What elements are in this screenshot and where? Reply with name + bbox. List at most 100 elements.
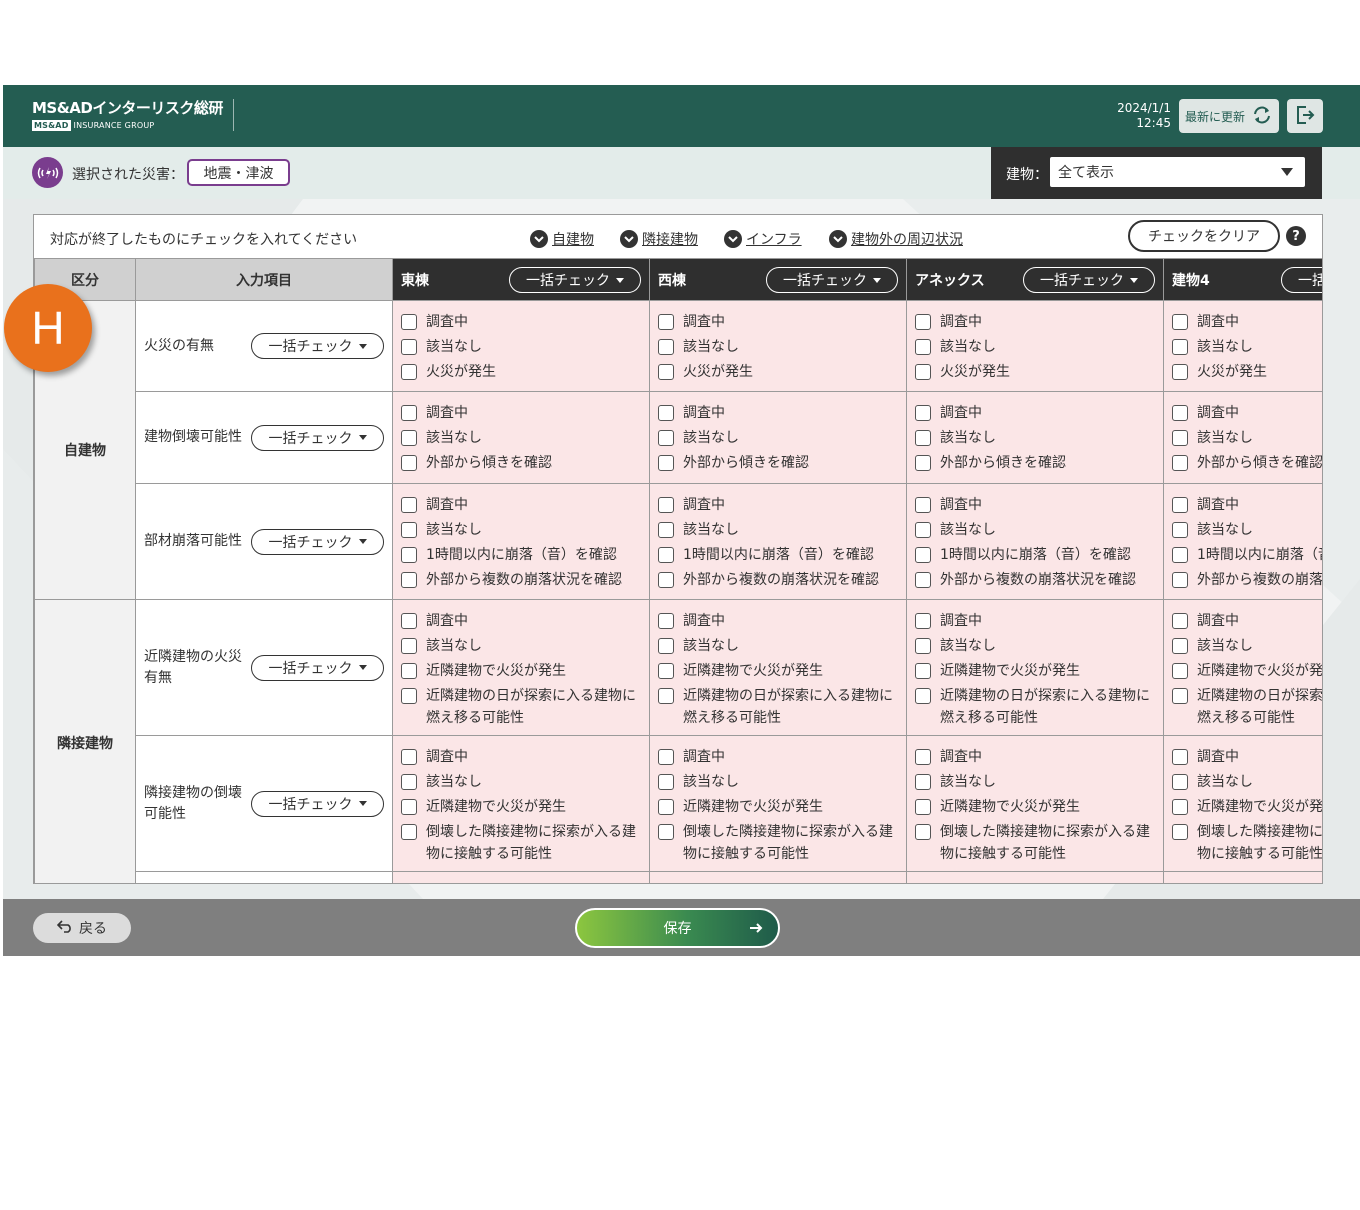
checkbox-option[interactable]: 該当なし <box>658 336 906 358</box>
checkbox[interactable] <box>658 497 674 513</box>
checkbox-option[interactable]: 倒壊した隣接建物に探索が入る建物に接触する可能性 <box>658 821 898 865</box>
checkbox[interactable] <box>401 774 417 790</box>
checkbox[interactable] <box>658 430 674 446</box>
checkbox-option[interactable]: 外部から傾きを確認 <box>658 452 906 474</box>
checkbox[interactable] <box>658 663 674 679</box>
checkbox[interactable] <box>1172 405 1188 421</box>
checkbox[interactable] <box>658 455 674 471</box>
checkbox[interactable] <box>658 339 674 355</box>
checkbox[interactable] <box>1172 749 1188 765</box>
bulk-check-button[interactable]: 一括チェック <box>251 654 384 681</box>
checkbox[interactable] <box>658 749 674 765</box>
checkbox-option[interactable]: 該当なし <box>401 427 649 449</box>
checkbox-option[interactable]: 近隣建物の日が探索に入る建物に燃え移る可能性 <box>915 685 1155 729</box>
checkbox-option[interactable]: 該当なし <box>401 771 649 793</box>
checkbox[interactable] <box>401 364 417 380</box>
clear-checks-button[interactable]: チェックをクリア <box>1128 220 1280 252</box>
checkbox-option[interactable]: 近隣建物で火災が発生 <box>915 796 1163 818</box>
checkbox[interactable] <box>1172 799 1188 815</box>
checkbox-option[interactable]: 外部から複数の崩落状況を確認 <box>401 569 649 591</box>
checkbox-option[interactable]: 該当なし <box>915 635 1163 657</box>
checkbox-option[interactable]: 近隣建物で火災が発生 <box>1172 796 1322 818</box>
checkbox-option[interactable]: 近隣建物で火災が発生 <box>1172 660 1322 682</box>
checkbox[interactable] <box>658 572 674 588</box>
checkbox-option[interactable]: 調査中 <box>658 746 906 768</box>
checkbox-option[interactable]: 倒壊した隣接建物に探索が入る建物に接触する可能性 <box>1172 821 1322 865</box>
checkbox[interactable] <box>401 547 417 563</box>
checkbox-option[interactable]: 1時間以内に崩落（音）を確認 <box>915 544 1163 566</box>
checkbox[interactable] <box>658 547 674 563</box>
checkbox-option[interactable]: 該当なし <box>915 427 1163 449</box>
jump-link-adjacent-building[interactable]: 隣接建物 <box>620 229 698 249</box>
save-button[interactable]: 保存 <box>575 908 780 948</box>
help-icon[interactable]: ? <box>1286 226 1306 246</box>
checkbox-option[interactable]: 該当なし <box>915 519 1163 541</box>
checkbox[interactable] <box>401 749 417 765</box>
checkbox[interactable] <box>401 638 417 654</box>
checkbox-option[interactable]: 調査中 <box>401 494 649 516</box>
checkbox-option[interactable]: 調査中 <box>1172 402 1322 424</box>
checkbox[interactable] <box>1172 638 1188 654</box>
checkbox[interactable] <box>401 339 417 355</box>
checkbox-option[interactable]: 該当なし <box>658 635 906 657</box>
checkbox[interactable] <box>915 455 931 471</box>
checkbox[interactable] <box>1172 572 1188 588</box>
bulk-check-button[interactable]: 一括チェック <box>766 267 898 293</box>
checkbox[interactable] <box>658 522 674 538</box>
checkbox[interactable] <box>658 314 674 330</box>
checkbox[interactable] <box>658 613 674 629</box>
checkbox-option[interactable]: 該当なし <box>915 336 1163 358</box>
checkbox-option[interactable]: 近隣建物で火災が発生 <box>401 660 649 682</box>
checkbox[interactable] <box>1172 364 1188 380</box>
checkbox-option[interactable]: 1時間以内に崩落（音）を確認 <box>401 544 649 566</box>
checkbox[interactable] <box>915 572 931 588</box>
checkbox-option[interactable]: 該当なし <box>1172 427 1322 449</box>
checkbox-option[interactable]: 調査中 <box>915 610 1163 632</box>
checkbox-option[interactable]: 外部から傾きを確認 <box>1172 452 1322 474</box>
checkbox-option[interactable]: 調査中 <box>401 610 649 632</box>
bulk-check-button[interactable]: 一括チェック <box>1281 267 1322 293</box>
checkbox[interactable] <box>915 824 931 840</box>
checkbox[interactable] <box>401 799 417 815</box>
checkbox[interactable] <box>1172 774 1188 790</box>
checkbox[interactable] <box>915 613 931 629</box>
checkbox-option[interactable]: 調査中 <box>915 494 1163 516</box>
checkbox-option[interactable]: 外部から複数の崩落状況を確認 <box>658 569 906 591</box>
checkbox-option[interactable]: 調査中 <box>1172 610 1322 632</box>
checkbox[interactable] <box>401 455 417 471</box>
checkbox[interactable] <box>1172 824 1188 840</box>
checkbox-option[interactable]: 火災が発生 <box>658 361 906 383</box>
checkbox-option[interactable]: 調査中 <box>401 402 649 424</box>
checkbox-option[interactable]: 該当なし <box>1172 771 1322 793</box>
checkbox-option[interactable]: 該当なし <box>658 771 906 793</box>
back-button[interactable]: 戻る <box>33 913 131 943</box>
checkbox[interactable] <box>1172 663 1188 679</box>
jump-link-surroundings[interactable]: 建物外の周辺状況 <box>829 229 963 249</box>
checkbox-option[interactable]: 火災が発生 <box>1172 361 1322 383</box>
checkbox-option[interactable]: 調査中 <box>401 746 649 768</box>
bulk-check-button[interactable]: 一括チェック <box>251 790 384 817</box>
bulk-check-button[interactable]: 一括チェック <box>509 267 641 293</box>
checkbox-option[interactable]: 火災が発生 <box>401 361 649 383</box>
checkbox[interactable] <box>401 497 417 513</box>
bulk-check-button[interactable]: 一括チェック <box>1023 267 1155 293</box>
bulk-check-button[interactable]: 一括チェック <box>251 424 384 451</box>
checkbox-option[interactable]: 調査中 <box>915 746 1163 768</box>
checkbox-option[interactable]: 近隣建物で火災が発生 <box>658 796 906 818</box>
checkbox-option[interactable]: 調査中 <box>1172 494 1322 516</box>
logout-button[interactable] <box>1287 99 1323 133</box>
checkbox[interactable] <box>915 314 931 330</box>
checkbox[interactable] <box>1172 455 1188 471</box>
checkbox[interactable] <box>915 638 931 654</box>
building-select[interactable]: 全て表示 <box>1050 157 1305 187</box>
checkbox-option[interactable]: 該当なし <box>401 336 649 358</box>
checkbox-option[interactable]: 外部から複数の崩落状況を確認 <box>1172 569 1322 591</box>
checkbox[interactable] <box>1172 339 1188 355</box>
checkbox[interactable] <box>658 405 674 421</box>
checkbox-option[interactable]: 該当なし <box>401 519 649 541</box>
checkbox[interactable] <box>658 774 674 790</box>
checkbox-option[interactable]: 調査中 <box>401 311 649 333</box>
checkbox[interactable] <box>658 824 674 840</box>
checkbox-option[interactable]: 調査中 <box>915 402 1163 424</box>
checkbox-option[interactable]: 近隣建物で火災が発生 <box>658 660 906 682</box>
